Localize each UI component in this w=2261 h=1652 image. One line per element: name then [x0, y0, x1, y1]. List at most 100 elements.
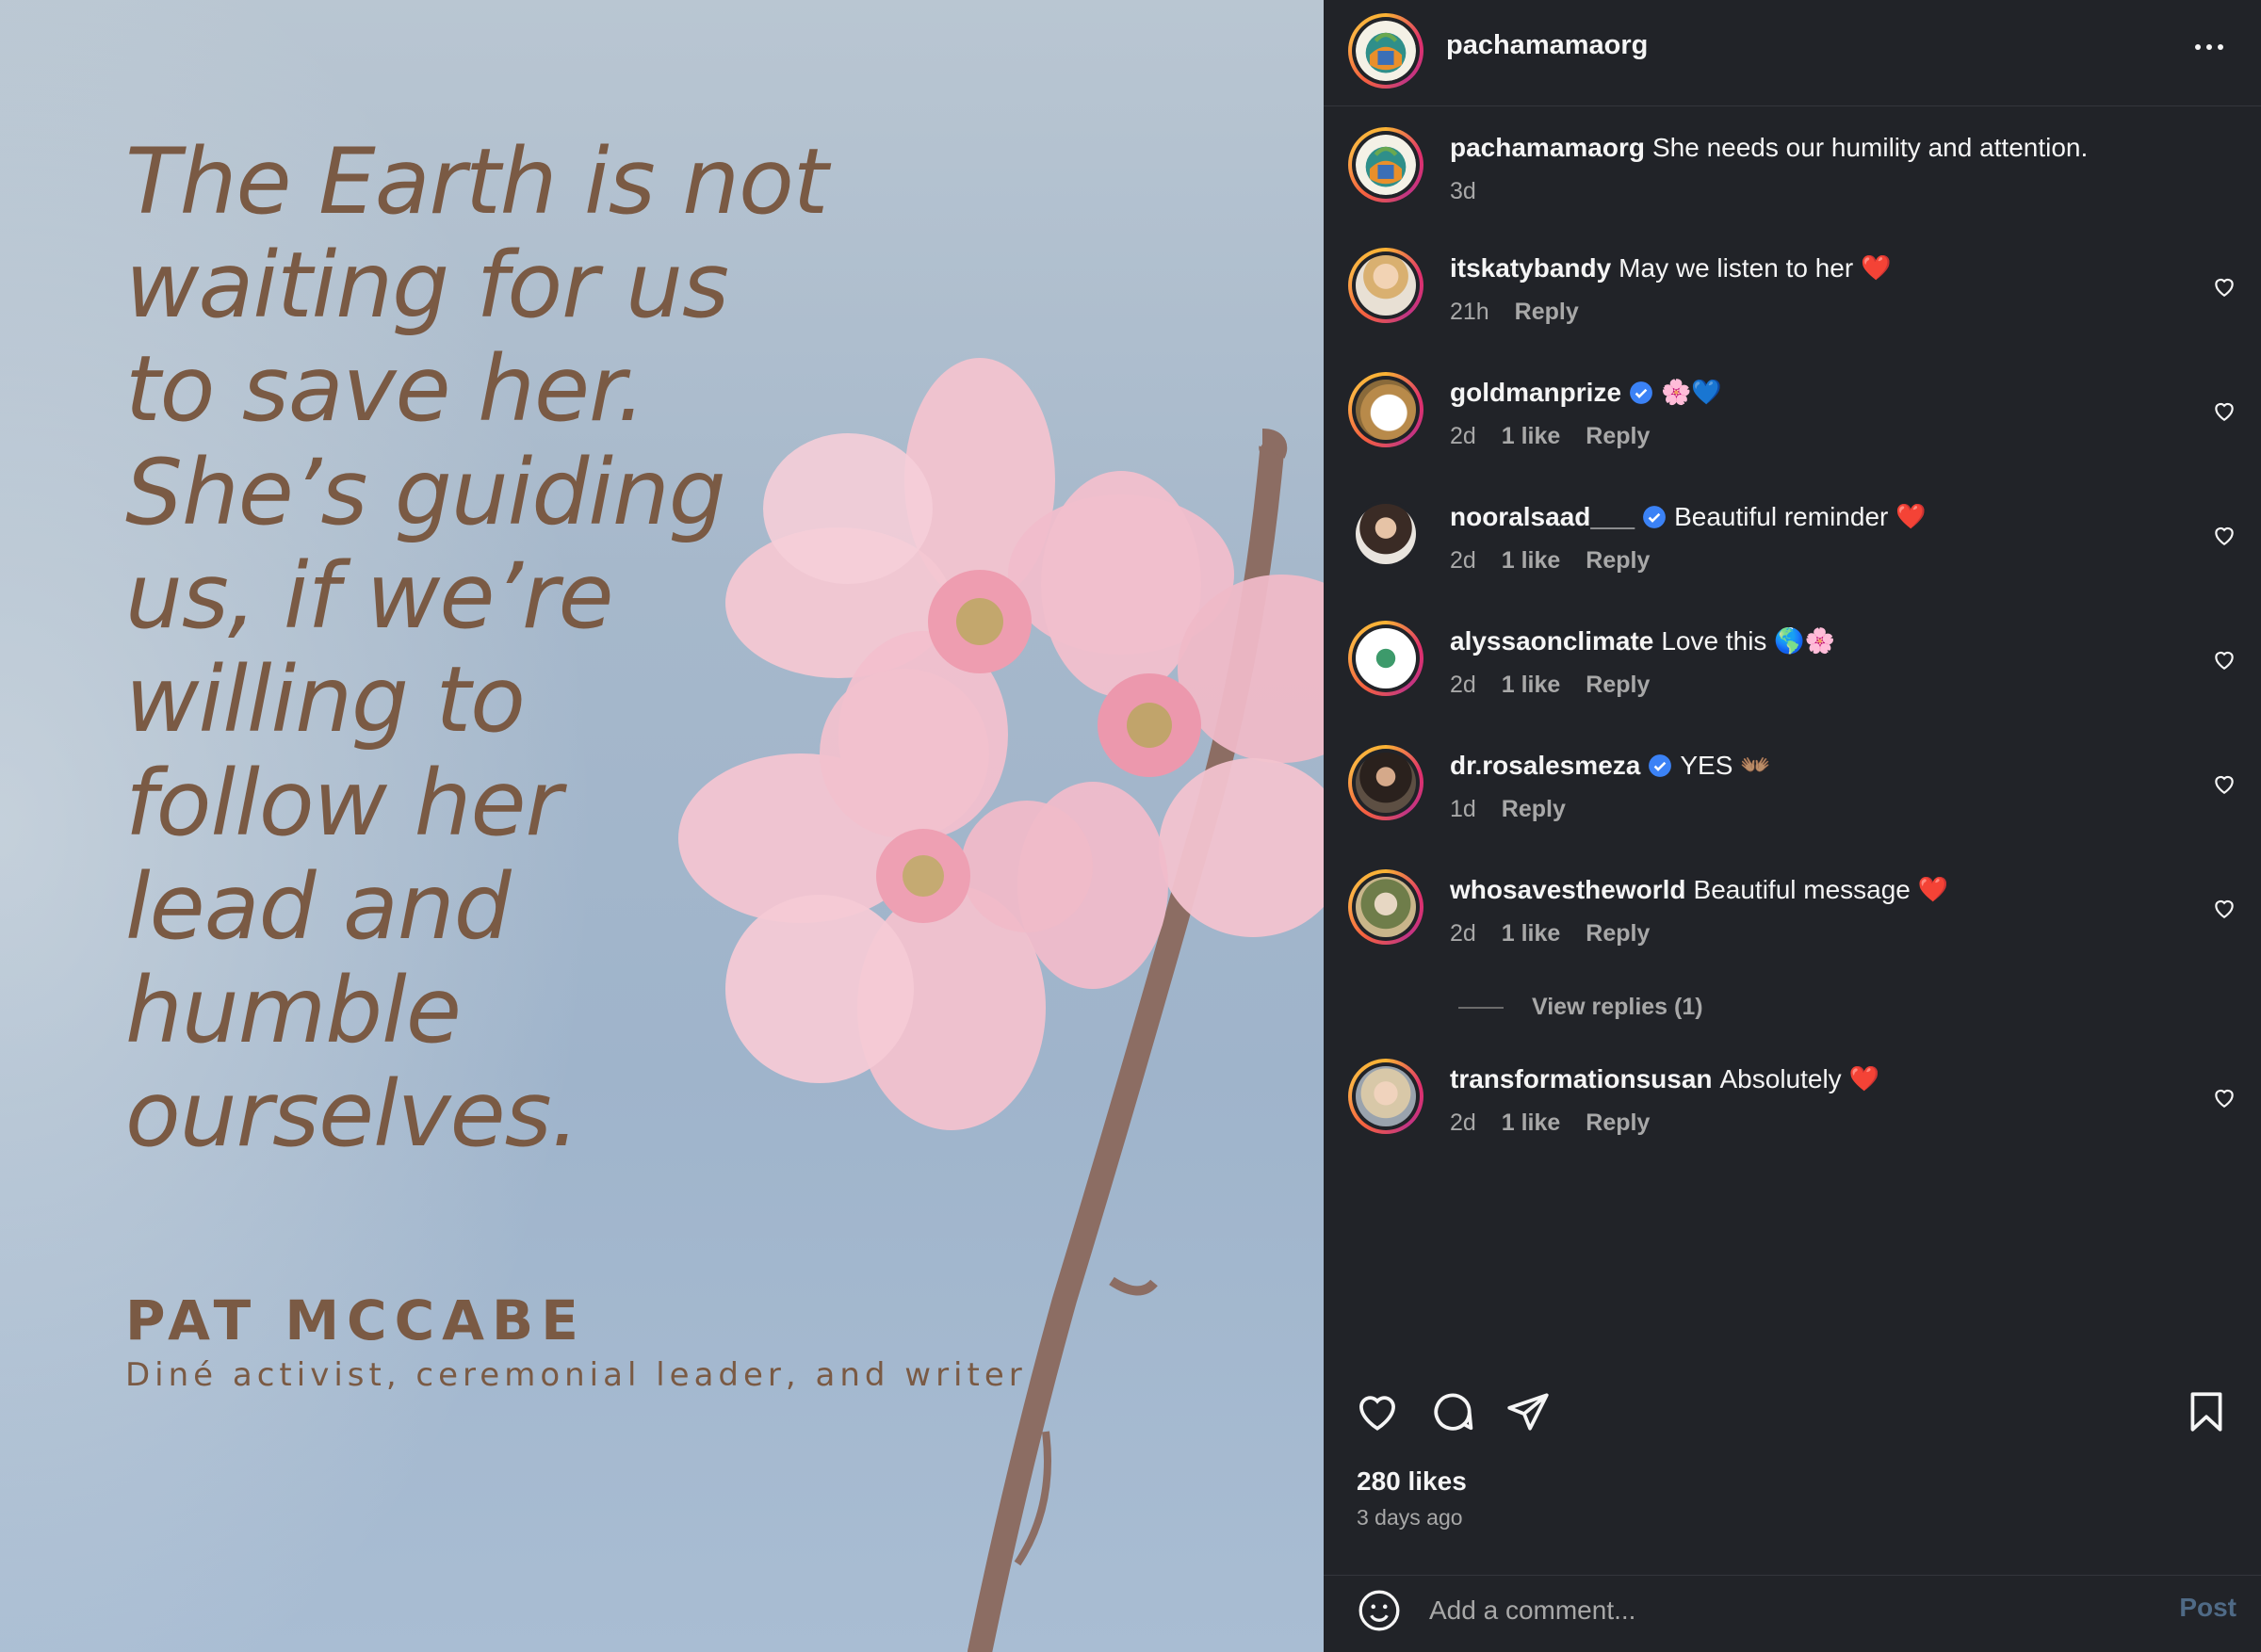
smiley-icon[interactable]: [1356, 1587, 1403, 1634]
reply-button[interactable]: Reply: [1586, 1109, 1650, 1136]
avatar[interactable]: [1348, 621, 1423, 696]
post-action-bar: [1324, 1377, 2261, 1443]
quote-line: us, if we’re: [125, 543, 613, 649]
comment-like-heart-icon[interactable]: [2212, 647, 2237, 672]
add-comment-bar: Post: [1324, 1575, 2261, 1652]
quote-line: She’s guiding: [125, 440, 726, 545]
globe-blossom-emoji: 🌎🌸: [1774, 627, 1836, 656]
avatar[interactable]: [1348, 13, 1423, 89]
verified-badge-icon: [1649, 754, 1672, 777]
reply-button[interactable]: Reply: [1502, 796, 1566, 822]
comment-time[interactable]: 21h: [1450, 299, 1489, 325]
quote-line: to save her.: [125, 336, 645, 442]
comment-likes[interactable]: 1 like: [1502, 1109, 1561, 1136]
quote-line: lead and: [125, 854, 512, 960]
comment-time[interactable]: 2d: [1450, 547, 1476, 574]
comment-input[interactable]: [1429, 1587, 2089, 1634]
comment-text: May we listen to her: [1618, 253, 1854, 283]
comment-item: dr.rosalesmeza YES 👐🏽 1d Reply: [1324, 745, 2261, 858]
avatar[interactable]: [1348, 869, 1423, 945]
quote-line: willing to: [125, 647, 526, 753]
quote-line: waiting for us: [125, 233, 729, 338]
comment-item: goldmanprize 🌸💙 2d 1 like Reply: [1324, 372, 2261, 485]
reply-button[interactable]: Reply: [1586, 920, 1650, 947]
comment-time[interactable]: 2d: [1450, 920, 1476, 947]
post-comment-button[interactable]: Post: [2179, 1593, 2237, 1623]
pachamama-logo-icon: [1356, 135, 1416, 195]
avatar[interactable]: [1348, 745, 1423, 820]
heart-icon[interactable]: [1354, 1388, 1401, 1435]
avatar[interactable]: [1348, 1059, 1423, 1134]
comment-text: Beautiful reminder: [1674, 502, 1889, 531]
post-caption: pachamamaorg She needs our humility and …: [1324, 127, 2261, 240]
quote-author-description: Diné activist, ceremonial leader, and wr…: [125, 1356, 1027, 1394]
more-options-icon[interactable]: [2186, 28, 2233, 66]
comment-item: nooralsaad___ Beautiful reminder ❤️ 2d 1…: [1324, 496, 2261, 609]
heart-emoji: ❤️: [1848, 1065, 1880, 1093]
avatar[interactable]: [1348, 372, 1423, 447]
bookmark-icon[interactable]: [2183, 1388, 2230, 1435]
reply-button[interactable]: Reply: [1586, 423, 1650, 449]
replies-divider: [1458, 1006, 1504, 1009]
comment-text: Love this: [1661, 626, 1767, 656]
comment-likes[interactable]: 1 like: [1502, 423, 1561, 449]
comment-username[interactable]: dr.rosalesmeza: [1450, 751, 1640, 781]
comment-time[interactable]: 2d: [1450, 672, 1476, 698]
pachamama-logo-icon: [1356, 21, 1416, 81]
heart-emoji: ❤️: [1895, 503, 1927, 531]
comment-time[interactable]: 2d: [1450, 1109, 1476, 1136]
blossom-heart-emoji: 🌸💙: [1661, 379, 1722, 407]
comment-like-heart-icon[interactable]: [2212, 771, 2237, 796]
comment-username[interactable]: alyssaonclimate: [1450, 626, 1653, 656]
speech-bubble-icon[interactable]: [1429, 1388, 1476, 1435]
comment-time[interactable]: 1d: [1450, 796, 1476, 822]
comment-username[interactable]: goldmanprize: [1450, 378, 1621, 408]
paper-plane-icon[interactable]: [1505, 1388, 1552, 1435]
reply-button[interactable]: Reply: [1586, 672, 1650, 698]
comment-item: transformationsusan Absolutely ❤️ 2d 1 l…: [1324, 1059, 2261, 1172]
comment-text: Beautiful message: [1693, 875, 1911, 904]
likes-count[interactable]: 280 likes: [1357, 1466, 1467, 1497]
caption-time[interactable]: 3d: [1450, 178, 1476, 204]
comment-likes[interactable]: 1 like: [1502, 547, 1561, 574]
verified-badge-icon: [1643, 506, 1667, 528]
comment-like-heart-icon[interactable]: [2212, 398, 2237, 423]
view-replies-button[interactable]: View replies (1): [1458, 994, 1703, 1021]
comment-like-heart-icon[interactable]: [2212, 1085, 2237, 1109]
caption-text: She needs our humility and attention.: [1651, 133, 2089, 162]
quote-line: follow her: [125, 751, 562, 856]
heart-emoji: ❤️: [1861, 254, 1892, 283]
comment-text: Absolutely: [1719, 1064, 1842, 1093]
verified-badge-icon: [1630, 381, 1652, 404]
open-hands-emoji: 👐🏽: [1740, 752, 1771, 780]
reply-button[interactable]: Reply: [1515, 299, 1579, 325]
post-author-username[interactable]: pachamamaorg: [1446, 30, 1648, 61]
quote-line: ourselves.: [125, 1061, 579, 1167]
comment-item: itskatybandy May we listen to her ❤️ 21h…: [1324, 248, 2261, 361]
comment-likes[interactable]: 1 like: [1502, 672, 1561, 698]
comment-like-heart-icon[interactable]: [2212, 523, 2237, 547]
comment-like-heart-icon[interactable]: [2212, 274, 2237, 299]
quote-author: PAT MCCABE: [125, 1288, 586, 1352]
avatar[interactable]: [1348, 496, 1423, 572]
comment-likes[interactable]: 1 like: [1502, 920, 1561, 947]
comment-item: whosavestheworld Beautiful message ❤️ 2d…: [1324, 869, 2261, 982]
comment-item: alyssaonclimate Love this 🌎🌸 2d 1 like R…: [1324, 621, 2261, 734]
comment-text: YES: [1680, 751, 1733, 780]
post-timestamp[interactable]: 3 days ago: [1357, 1505, 1463, 1531]
comment-like-heart-icon[interactable]: [2212, 896, 2237, 920]
avatar[interactable]: [1348, 248, 1423, 323]
caption-username[interactable]: pachamamaorg: [1450, 133, 1645, 163]
quote-line: The Earth is not: [125, 129, 828, 235]
reply-button[interactable]: Reply: [1586, 547, 1650, 574]
comment-username[interactable]: itskatybandy: [1450, 253, 1611, 283]
heart-emoji: ❤️: [1917, 876, 1949, 904]
comment-username[interactable]: transformationsusan: [1450, 1064, 1713, 1094]
quote-line: humble: [125, 958, 462, 1063]
comment-time[interactable]: 2d: [1450, 423, 1476, 449]
comment-username[interactable]: whosavestheworld: [1450, 875, 1686, 905]
post-header: pachamamaorg: [1324, 0, 2261, 106]
comment-username[interactable]: nooralsaad___: [1450, 502, 1635, 532]
avatar[interactable]: [1348, 127, 1423, 202]
post-image: The Earth is not waiting for us to save …: [0, 0, 1324, 1652]
